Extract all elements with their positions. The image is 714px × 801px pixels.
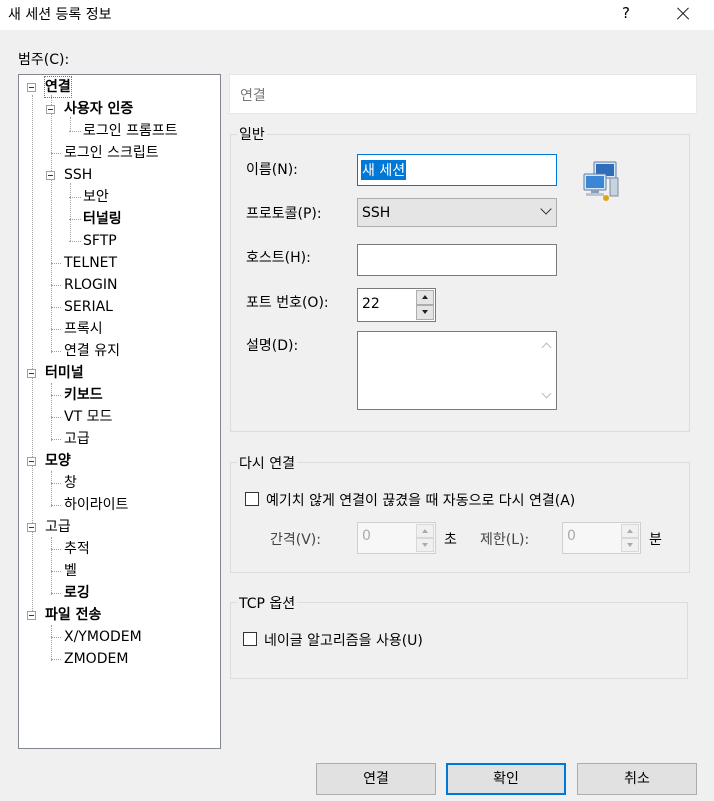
tree-item-sftp[interactable]: SFTP (83, 231, 117, 251)
tree-item-tunneling[interactable]: 터널링 (83, 209, 122, 229)
collapse-icon[interactable] (27, 457, 36, 466)
tree-item-file-transfer[interactable]: 파일 전송 (45, 605, 101, 625)
limit-down-button[interactable] (621, 538, 639, 552)
interval-label: 간격(V): (270, 532, 321, 548)
collapse-icon[interactable] (27, 611, 36, 620)
tree-item-terminal[interactable]: 터미널 (45, 363, 84, 383)
reconnect-group (230, 462, 690, 573)
tree-item-window[interactable]: 창 (64, 473, 77, 493)
collapse-icon[interactable] (27, 369, 36, 378)
tree-item-appearance[interactable]: 모양 (45, 451, 71, 471)
auto-reconnect-label[interactable]: 예기치 않게 연결이 끊겼을 때 자동으로 다시 연결(A) (266, 490, 575, 510)
protocol-label: 프로토콜(P): (246, 206, 322, 222)
port-value: 22 (362, 296, 380, 312)
window-title: 새 세션 등록 정보 (8, 7, 112, 23)
description-field[interactable] (357, 331, 557, 410)
tree-item-rlogin[interactable]: RLOGIN (64, 275, 118, 295)
host-label: 호스트(H): (246, 250, 311, 266)
port-label: 포트 번호(O): (246, 295, 329, 311)
tree-item-connection[interactable]: 연결 (44, 76, 72, 98)
scroll-down-icon[interactable] (541, 388, 552, 399)
name-value: 새 세션 (361, 160, 407, 180)
arrow-down-icon (422, 310, 428, 314)
interval-up-button[interactable] (416, 524, 434, 538)
collapse-icon[interactable] (27, 523, 36, 532)
reconnect-group-title: 다시 연결 (237, 453, 297, 473)
tree-item-bell[interactable]: 벨 (64, 561, 77, 581)
description-label: 설명(D): (246, 338, 299, 354)
tree-item-proxy[interactable]: 프록시 (64, 319, 103, 339)
tree-item-logging[interactable]: 로깅 (64, 583, 90, 603)
limit-label: 제한(L): (480, 532, 530, 548)
tree-item-ssh[interactable]: SSH (64, 165, 92, 185)
auto-reconnect-checkbox[interactable] (245, 492, 259, 506)
tree-item-serial[interactable]: SERIAL (64, 297, 113, 317)
cancel-button[interactable]: 취소 (577, 763, 697, 795)
limit-unit: 분 (649, 532, 662, 548)
connect-button[interactable]: 연결 (316, 763, 436, 795)
arrow-down-icon (422, 543, 428, 547)
port-down-button[interactable] (416, 305, 434, 320)
tree-item-vt-mode[interactable]: VT 모드 (64, 407, 112, 427)
chevron-down-icon (540, 203, 552, 215)
page-title: 연결 (240, 88, 266, 104)
arrow-down-icon (627, 543, 633, 547)
name-field[interactable]: 새 세션 (357, 154, 557, 186)
title-bar: 새 세션 등록 정보 ? (0, 0, 714, 30)
interval-stepper[interactable]: 0 (357, 522, 436, 554)
network-computers-icon (583, 161, 619, 201)
tree-item-terminal-advanced[interactable]: 고급 (64, 429, 90, 449)
host-field[interactable] (357, 244, 557, 276)
general-group-title: 일반 (237, 124, 267, 144)
tree-item-login-script[interactable]: 로그인 스크립트 (64, 143, 159, 163)
collapse-icon[interactable] (46, 105, 55, 114)
tree-item-telnet[interactable]: TELNET (64, 253, 117, 273)
tree-item-highlight[interactable]: 하이라이트 (64, 495, 128, 515)
tree-item-advanced[interactable]: 고급 (45, 517, 71, 537)
category-label: 범주(C): (18, 52, 70, 68)
name-label: 이름(N): (246, 162, 298, 178)
limit-value: 0 (567, 528, 576, 544)
tree-item-keyboard[interactable]: 키보드 (64, 385, 103, 405)
collapse-icon[interactable] (27, 83, 36, 92)
help-button[interactable]: ? (622, 4, 630, 22)
scroll-up-icon[interactable] (541, 342, 552, 353)
tree-item-login-prompt[interactable]: 로그인 프롬프트 (83, 121, 178, 141)
interval-down-button[interactable] (416, 538, 434, 552)
protocol-value: SSH (362, 205, 391, 221)
interval-unit: 초 (444, 532, 457, 548)
nagle-label[interactable]: 네이글 알고리즘을 사용(U) (264, 630, 423, 650)
page-header: 연결 (229, 74, 697, 114)
tree-item-user-auth[interactable]: 사용자 인증 (64, 99, 133, 119)
ok-button[interactable]: 확인 (446, 763, 566, 795)
tcp-options-group-title: TCP 옵션 (237, 593, 298, 613)
limit-up-button[interactable] (621, 524, 639, 538)
collapse-icon[interactable] (46, 171, 55, 180)
tree-item-xymodem[interactable]: X/YMODEM (64, 627, 142, 647)
port-stepper[interactable]: 22 (357, 288, 436, 322)
tree-item-zmodem[interactable]: ZMODEM (64, 649, 128, 669)
interval-value: 0 (362, 528, 371, 544)
nagle-checkbox[interactable] (243, 632, 257, 646)
arrow-up-icon (422, 295, 428, 299)
arrow-up-icon (627, 529, 633, 533)
category-tree[interactable]: 연결 사용자 인증 로그인 프롬프트 로그인 스크립트 SSH 보안 터널링 S… (18, 74, 221, 749)
tree-item-trace[interactable]: 추적 (64, 539, 90, 559)
protocol-select[interactable]: SSH (357, 198, 557, 227)
tree-item-security[interactable]: 보안 (83, 187, 109, 207)
close-icon[interactable] (672, 2, 696, 26)
limit-stepper[interactable]: 0 (562, 522, 641, 554)
tree-item-keepalive[interactable]: 연결 유지 (64, 341, 120, 361)
port-up-button[interactable] (416, 290, 434, 305)
arrow-up-icon (422, 529, 428, 533)
